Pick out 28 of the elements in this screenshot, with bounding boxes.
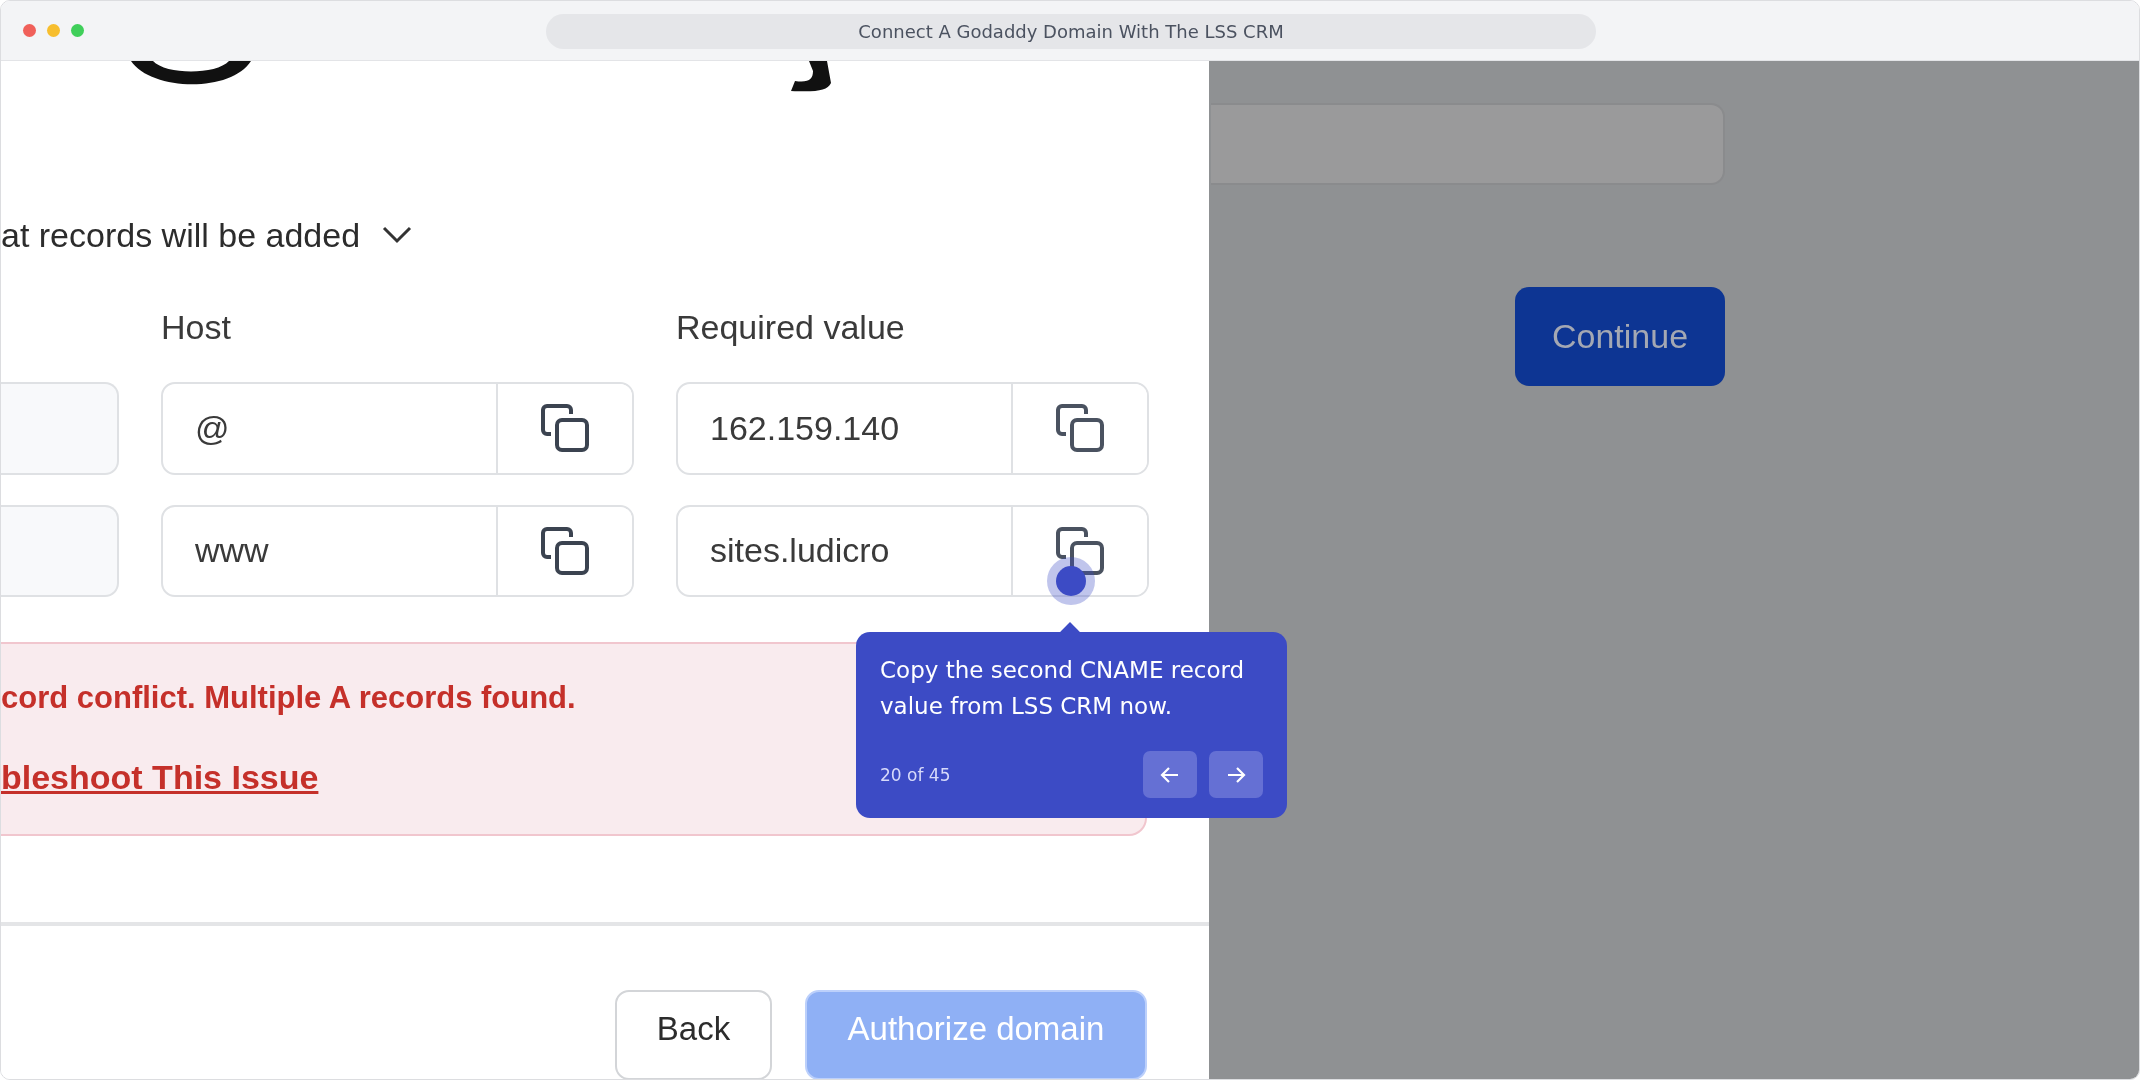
- host-value: www: [194, 531, 270, 570]
- host-value: @: [194, 409, 231, 448]
- chevron-down-icon: [382, 226, 413, 245]
- column-header: Required value: [676, 307, 906, 349]
- logo-fragment-drawing: [791, 61, 831, 92]
- continue-button[interactable]: Continue: [1515, 287, 1725, 386]
- copy-button[interactable]: [1011, 506, 1147, 595]
- tooltip-text: Copy the second CNAME record value from LSS CRM now.: [880, 656, 1246, 721]
- value-field[interactable]: 162.159.140: [676, 382, 1149, 475]
- next-button[interactable]: [1209, 751, 1263, 798]
- copy-button[interactable]: [1011, 384, 1147, 473]
- record-value: sites.ludicro: [709, 531, 891, 570]
- host-field[interactable]: www: [161, 504, 634, 597]
- hotspot-marker: [1047, 557, 1095, 605]
- close-window-icon[interactable]: [23, 24, 36, 37]
- host-field[interactable]: @: [161, 382, 634, 475]
- previous-button[interactable]: [1143, 751, 1197, 798]
- record-value: 162.159.140: [709, 409, 901, 448]
- troubleshoot-link[interactable]: bleshoot This Issue: [1, 758, 319, 798]
- step-counter: 20 of 45: [880, 764, 951, 785]
- copy-button[interactable]: [496, 506, 632, 595]
- column-header: Host: [161, 307, 232, 349]
- window-title: Connect A Godaddy Domain With The LSS CRM: [546, 14, 1596, 49]
- copy-button[interactable]: [496, 384, 632, 473]
- records-toggle[interactable]: at records will be added: [1, 215, 1209, 256]
- value-field[interactable]: sites.ludicro: [676, 504, 1149, 597]
- back-button[interactable]: Back: [615, 990, 772, 1079]
- error-message: cord conflict. Multiple A records found.: [1, 680, 576, 717]
